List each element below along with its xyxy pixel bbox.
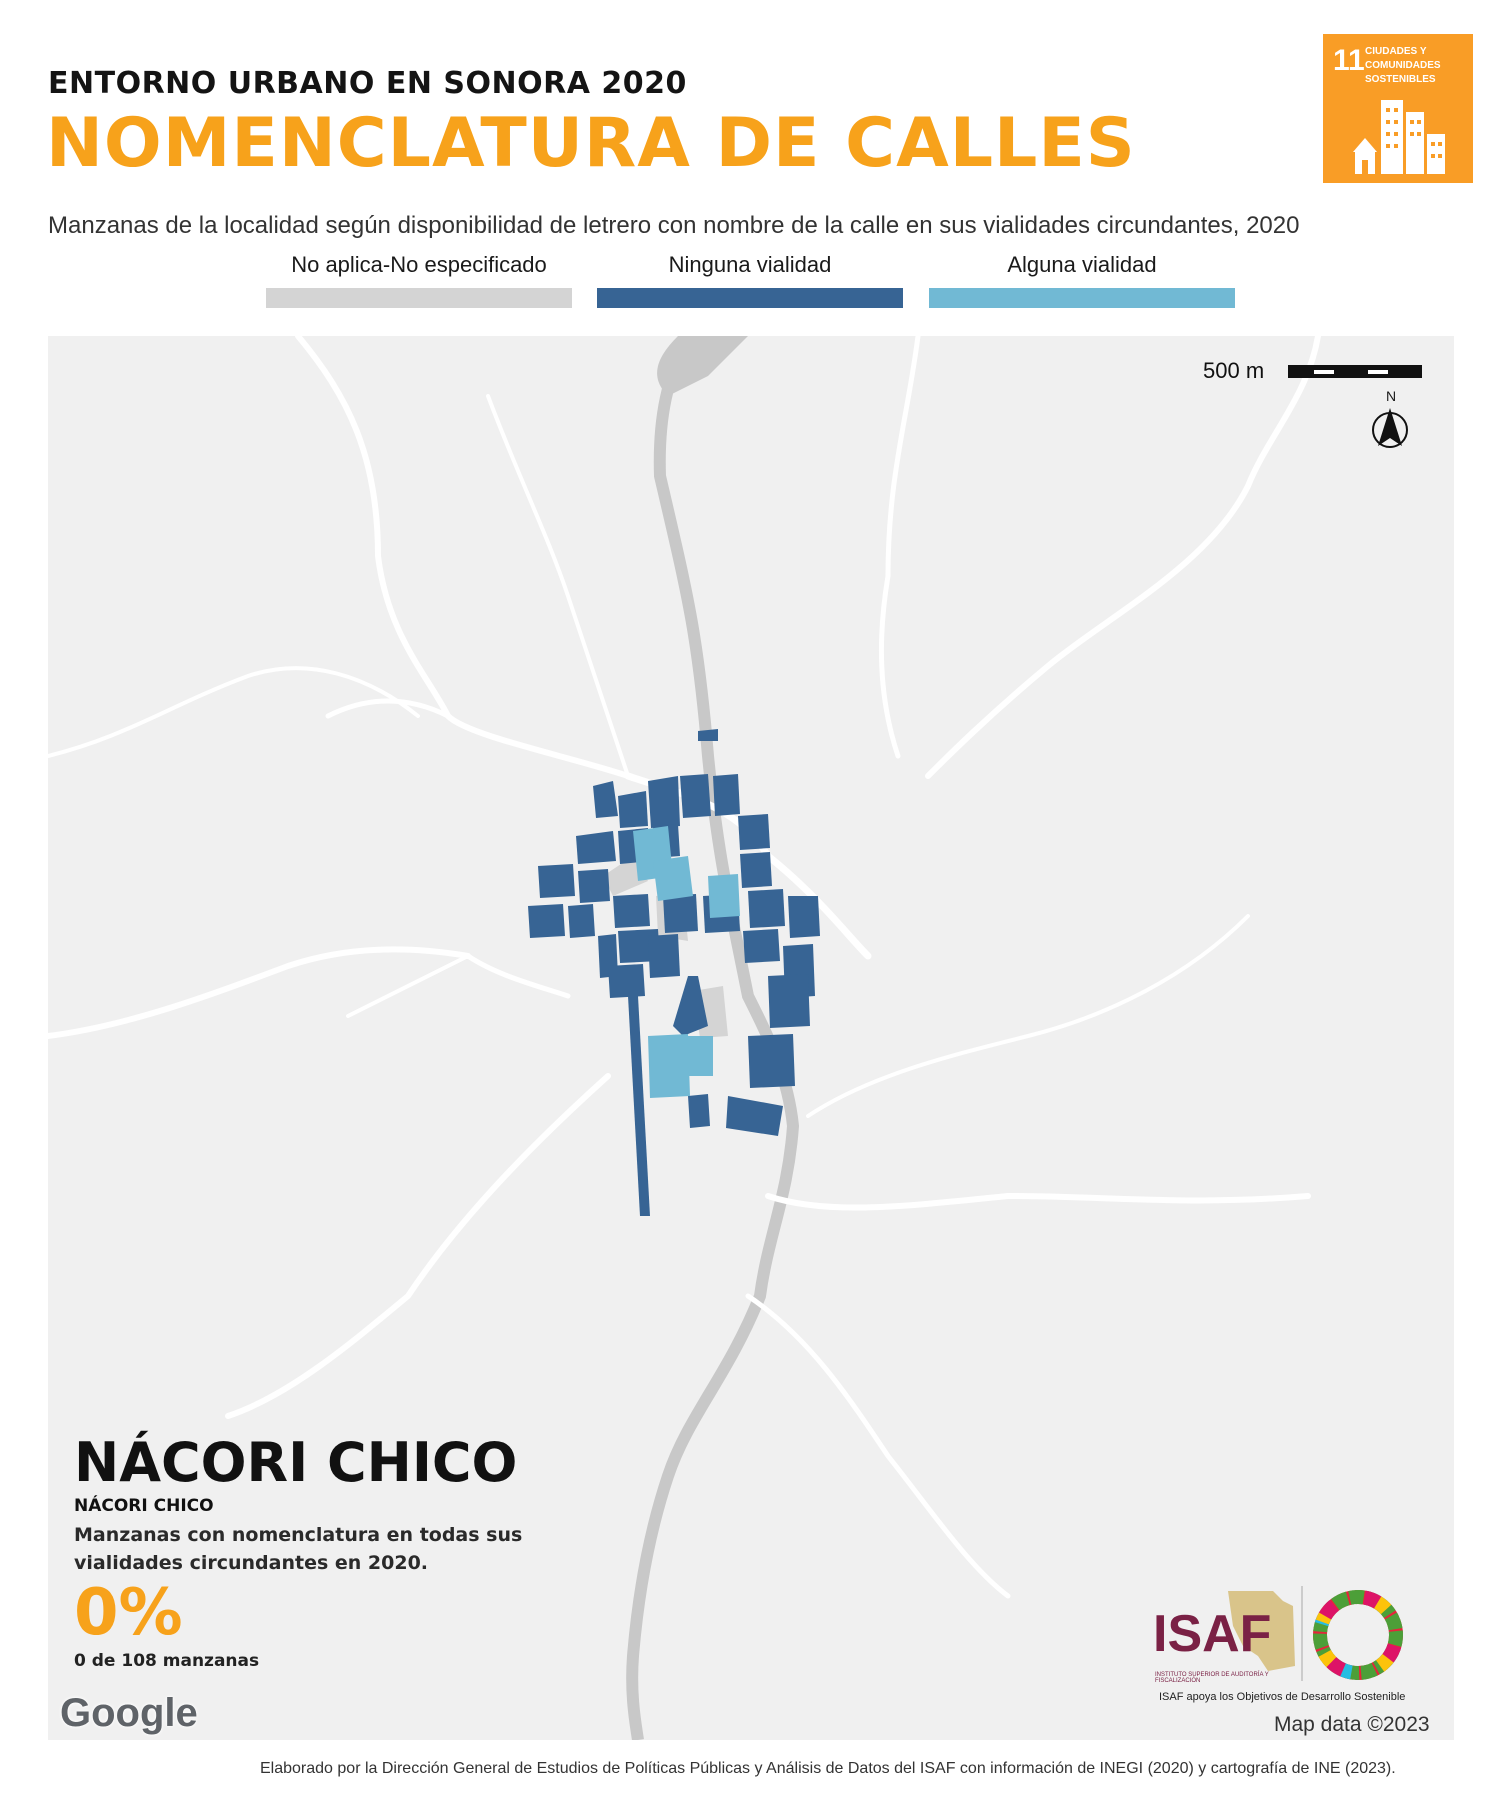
scale-bar xyxy=(1288,365,1422,378)
legend-item-ninguna: Ninguna vialidad xyxy=(597,252,903,308)
percentage-value: 0% xyxy=(74,1576,183,1650)
legend-swatch xyxy=(929,288,1235,308)
logo-divider xyxy=(1301,1586,1303,1681)
supertitle: ENTORNO URBANO EN SONORA 2020 xyxy=(48,66,687,101)
google-logo: Google xyxy=(60,1691,198,1735)
map-attribution: Map data ©2023 xyxy=(1274,1713,1430,1736)
page-title: NOMENCLATURA DE CALLES xyxy=(46,104,1136,183)
sdg-number: 11 xyxy=(1333,44,1365,77)
isaf-subtitle: INSTITUTO SUPERIOR DE AUDITORÍA Y FISCAL… xyxy=(1155,1672,1269,1684)
sdg-11-badge: 11 CIUDADES Y COMUNIDADES SOSTENIBLES xyxy=(1323,34,1473,183)
locality-name: NÁCORI CHICO xyxy=(74,1431,518,1494)
sdg-text: CIUDADES Y COMUNIDADES SOSTENIBLES xyxy=(1365,46,1441,85)
legend-item-no-aplica: No aplica-No especificado xyxy=(266,252,572,308)
legend-swatch xyxy=(266,288,572,308)
subtitle: Manzanas de la localidad según disponibi… xyxy=(48,212,1300,239)
footer-credits: Elaborado por la Dirección General de Es… xyxy=(260,1760,1396,1777)
legend-swatch xyxy=(597,288,903,308)
scale-label: 500 m xyxy=(1203,358,1265,383)
city-icon xyxy=(1353,100,1445,174)
legend-label: Ninguna vialidad xyxy=(668,252,832,277)
block-count: 0 de 108 manzanas xyxy=(74,1651,260,1671)
roads xyxy=(48,336,1321,1599)
indicator-description: Manzanas con nomenclatura en todas sus v… xyxy=(74,1524,523,1574)
legend-item-alguna: Alguna vialidad xyxy=(929,252,1235,308)
sdg-wheel-icon xyxy=(1313,1590,1403,1680)
blocks-ninguna xyxy=(528,729,820,1216)
isaf-logo-block: ISAF INSTITUTO SUPERIOR DE AUDITORÍA Y F… xyxy=(1153,1586,1443,1703)
north-arrow-icon xyxy=(1372,408,1408,448)
isaf-logo-text: ISAF xyxy=(1153,1605,1272,1663)
legend-label: No aplica-No especificado xyxy=(291,252,547,277)
municipality-name: NÁCORI CHICO xyxy=(74,1496,214,1516)
map-view[interactable]: 500 m N NÁCORI CHICO NÁCORI CHICO Manzan… xyxy=(48,336,1454,1740)
legend-label: Alguna vialidad xyxy=(1007,252,1157,277)
isaf-tagline: ISAF apoya los Objetivos de Desarrollo S… xyxy=(1159,1691,1406,1703)
